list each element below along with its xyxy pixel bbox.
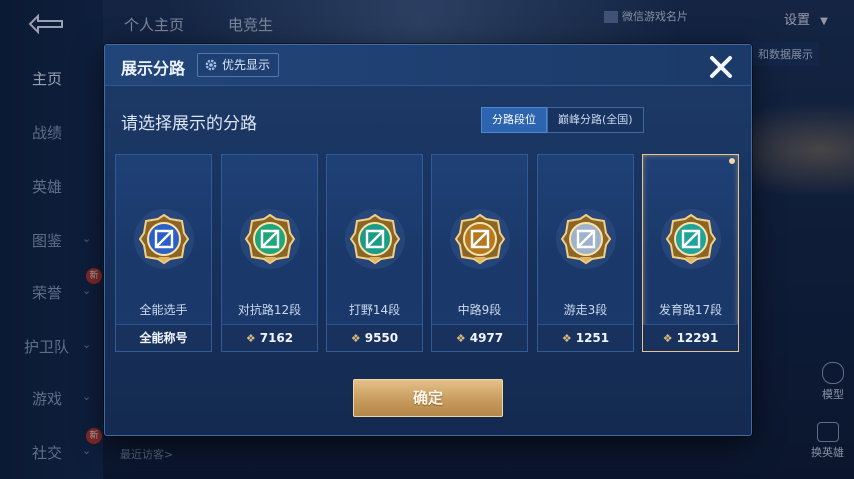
lane-score: ❖ 9550 bbox=[327, 324, 422, 351]
rank-points-icon: ❖ bbox=[455, 332, 466, 345]
lane-name: 中路9段 bbox=[457, 303, 502, 317]
lane-score-value: 7162 bbox=[259, 331, 294, 345]
lane-name: 游走3段 bbox=[563, 303, 608, 317]
lane-score: ❖ 1251 bbox=[538, 324, 633, 351]
segment-option[interactable]: 分路段位 bbox=[481, 107, 547, 133]
lane-card[interactable]: 全能选手 全能称号 bbox=[115, 154, 212, 352]
farm-lane-emblem-icon bbox=[661, 209, 721, 269]
all-round-emblem-icon bbox=[134, 209, 194, 269]
dialog-subtitle: 请选择展示的分路 bbox=[121, 114, 257, 134]
close-icon[interactable] bbox=[705, 51, 737, 83]
jungle-emblem-icon bbox=[345, 209, 405, 269]
lane-score-value: 1251 bbox=[575, 331, 610, 345]
lane-score: ❖ 4977 bbox=[432, 324, 527, 351]
lane-name: 全能选手 bbox=[139, 303, 188, 317]
lane-score: ❖ 12291 bbox=[643, 324, 738, 351]
segment-option[interactable]: 巅峰分路(全国) bbox=[547, 107, 644, 133]
lane-card[interactable]: 发育路17段 ❖ 12291 bbox=[642, 154, 739, 352]
lane-card[interactable]: 游走3段 ❖ 1251 bbox=[537, 154, 634, 352]
selected-corner-marker bbox=[729, 158, 735, 164]
rank-points-icon: ❖ bbox=[245, 332, 256, 345]
lane-card[interactable]: 中路9段 ❖ 4977 bbox=[431, 154, 528, 352]
rank-points-icon: ❖ bbox=[662, 332, 673, 345]
ranking-type-toggle: 分路段位 巅峰分路(全国) bbox=[481, 107, 644, 133]
lane-score-value: 9550 bbox=[364, 331, 399, 345]
dialog-header: 展示分路 优先显示 bbox=[105, 45, 751, 86]
lane-name: 打野14段 bbox=[348, 303, 401, 317]
lane-score: ❖ 7162 bbox=[222, 324, 317, 351]
lane-score-value: 12291 bbox=[676, 331, 719, 345]
rank-points-icon: ❖ bbox=[350, 332, 361, 345]
lane-display-dialog: 展示分路 优先显示 请选择展示的分路 分路段位 巅峰分路(全国) 全能选手全能称… bbox=[104, 44, 752, 436]
rank-points-icon: ❖ bbox=[561, 332, 572, 345]
dialog-title: 展示分路 bbox=[121, 59, 186, 78]
lane-name: 对抗路12段 bbox=[237, 303, 302, 317]
lane-card[interactable]: 对抗路12段 ❖ 7162 bbox=[221, 154, 318, 352]
priority-display-button[interactable]: 优先显示 bbox=[197, 53, 280, 77]
lane-card[interactable]: 打野14段 ❖ 9550 bbox=[326, 154, 423, 352]
priority-display-label: 优先显示 bbox=[222, 58, 271, 72]
confirm-button[interactable]: 确定 bbox=[353, 379, 503, 417]
clash-lane-emblem-icon bbox=[240, 209, 300, 269]
lane-name: 发育路17段 bbox=[658, 303, 723, 317]
lane-score-value: 4977 bbox=[469, 331, 504, 345]
mid-lane-emblem-icon bbox=[450, 209, 510, 269]
roam-emblem-icon bbox=[556, 209, 616, 269]
lane-score-value: 全能称号 bbox=[139, 331, 188, 345]
gear-icon bbox=[205, 59, 217, 71]
lane-score: 全能称号 bbox=[116, 324, 211, 351]
